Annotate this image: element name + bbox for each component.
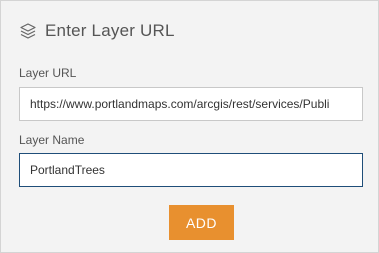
panel-title: Enter Layer URL: [45, 21, 175, 40]
enter-layer-url-panel: Enter Layer URL Layer URL Layer Name ADD: [0, 0, 379, 253]
layer-url-label: Layer URL: [19, 66, 77, 80]
layer-name-label: Layer Name: [19, 133, 85, 147]
panel-header: Enter Layer URL: [19, 18, 175, 44]
add-button[interactable]: ADD: [169, 205, 234, 240]
layers-icon: [19, 22, 37, 40]
layer-name-input[interactable]: [19, 153, 363, 187]
layer-url-input[interactable]: [19, 87, 363, 121]
